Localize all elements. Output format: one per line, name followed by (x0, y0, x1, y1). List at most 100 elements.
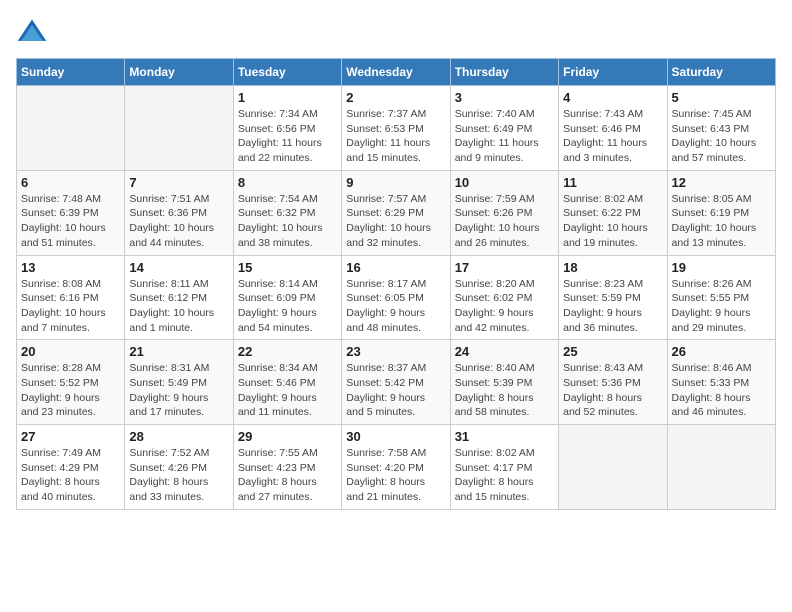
day-number: 29 (238, 429, 337, 444)
day-number: 27 (21, 429, 120, 444)
day-info: Sunrise: 8:37 AM Sunset: 5:42 PM Dayligh… (346, 361, 445, 420)
day-info: Sunrise: 8:34 AM Sunset: 5:46 PM Dayligh… (238, 361, 337, 420)
calendar-cell: 19 Sunrise: 8:26 AM Sunset: 5:55 PM Dayli… (667, 255, 775, 340)
day-info: Sunrise: 8:43 AM Sunset: 5:36 PM Dayligh… (563, 361, 662, 420)
day-info: Sunrise: 7:43 AM Sunset: 6:46 PM Dayligh… (563, 107, 662, 166)
day-info: Sunrise: 7:52 AM Sunset: 4:26 PM Dayligh… (129, 446, 228, 505)
calendar-cell: 12Sunrise: 8:05 AM Sunset: 6:19 PM Dayli… (667, 170, 775, 255)
day-info: Sunrise: 8:23 AM Sunset: 5:59 PM Dayligh… (563, 277, 662, 336)
calendar-cell: 3Sunrise: 7:40 AM Sunset: 6:49 PM Daylig… (450, 86, 558, 171)
day-info: Sunrise: 8:17 AM Sunset: 6:05 PM Dayligh… (346, 277, 445, 336)
calendar-cell: 2 Sunrise: 7:37 AM Sunset: 6:53 PM Daylig… (342, 86, 450, 171)
day-number: 31 (455, 429, 554, 444)
calendar-cell (559, 425, 667, 510)
calendar-cell: 13 Sunrise: 8:08 AM Sunset: 6:16 PM Dayli… (17, 255, 125, 340)
calendar-cell: 11 Sunrise: 8:02 AM Sunset: 6:22 PM Dayli… (559, 170, 667, 255)
day-number: 19 (672, 260, 771, 275)
day-number: 24 (455, 344, 554, 359)
weekday-header: Saturday (667, 59, 775, 86)
calendar-cell: 31 Sunrise: 8:02 AM Sunset: 4:17 PM Dayli… (450, 425, 558, 510)
weekday-header: Sunday (17, 59, 125, 86)
day-info: Sunrise: 8:20 AM Sunset: 6:02 PM Dayligh… (455, 277, 554, 336)
day-info: Sunrise: 8:40 AM Sunset: 5:39 PM Dayligh… (455, 361, 554, 420)
calendar-cell: 24 Sunrise: 8:40 AM Sunset: 5:39 PM Dayli… (450, 340, 558, 425)
calendar-cell: 29 Sunrise: 7:55 AM Sunset: 4:23 PM Dayli… (233, 425, 341, 510)
day-number: 26 (672, 344, 771, 359)
day-info: Sunrise: 7:49 AM Sunset: 4:29 PM Dayligh… (21, 446, 120, 505)
calendar-week-row: 27 Sunrise: 7:49 AM Sunset: 4:29 PM Dayli… (17, 425, 776, 510)
day-number: 7 (129, 175, 228, 190)
weekday-header: Wednesday (342, 59, 450, 86)
day-number: 8 (238, 175, 337, 190)
day-number: 2 (346, 90, 445, 105)
calendar-week-row: 1 Sunrise: 7:34 AM Sunset: 6:56 PM Daylig… (17, 86, 776, 171)
day-number: 1 (238, 90, 337, 105)
calendar-cell: 7 Sunrise: 7:51 AM Sunset: 6:36 PM Daylig… (125, 170, 233, 255)
day-number: 30 (346, 429, 445, 444)
day-number: 18 (563, 260, 662, 275)
day-number: 22 (238, 344, 337, 359)
calendar-cell: 14Sunrise: 8:11 AM Sunset: 6:12 PM Dayli… (125, 255, 233, 340)
logo-icon (16, 16, 48, 48)
calendar-cell (125, 86, 233, 171)
day-number: 17 (455, 260, 554, 275)
calendar-cell: 28 Sunrise: 7:52 AM Sunset: 4:26 PM Dayli… (125, 425, 233, 510)
day-info: Sunrise: 7:51 AM Sunset: 6:36 PM Dayligh… (129, 192, 228, 251)
calendar-table: SundayMondayTuesdayWednesdayThursdayFrid… (16, 58, 776, 510)
day-info: Sunrise: 7:34 AM Sunset: 6:56 PM Dayligh… (238, 107, 337, 166)
day-number: 16 (346, 260, 445, 275)
calendar-cell: 21 Sunrise: 8:31 AM Sunset: 5:49 PM Dayli… (125, 340, 233, 425)
calendar-cell: 23 Sunrise: 8:37 AM Sunset: 5:42 PM Dayli… (342, 340, 450, 425)
day-number: 11 (563, 175, 662, 190)
day-info: Sunrise: 7:57 AM Sunset: 6:29 PM Dayligh… (346, 192, 445, 251)
calendar-cell (667, 425, 775, 510)
day-number: 21 (129, 344, 228, 359)
weekday-header: Monday (125, 59, 233, 86)
day-number: 15 (238, 260, 337, 275)
calendar-cell: 15 Sunrise: 8:14 AM Sunset: 6:09 PM Dayli… (233, 255, 341, 340)
calendar-cell: 9 Sunrise: 7:57 AM Sunset: 6:29 PM Daylig… (342, 170, 450, 255)
day-info: Sunrise: 8:31 AM Sunset: 5:49 PM Dayligh… (129, 361, 228, 420)
calendar-cell: 16 Sunrise: 8:17 AM Sunset: 6:05 PM Dayli… (342, 255, 450, 340)
day-info: Sunrise: 7:48 AM Sunset: 6:39 PM Dayligh… (21, 192, 120, 251)
calendar-cell: 1 Sunrise: 7:34 AM Sunset: 6:56 PM Daylig… (233, 86, 341, 171)
day-number: 28 (129, 429, 228, 444)
day-info: Sunrise: 7:59 AM Sunset: 6:26 PM Dayligh… (455, 192, 554, 251)
weekday-header: Friday (559, 59, 667, 86)
day-info: Sunrise: 8:08 AM Sunset: 6:16 PM Dayligh… (21, 277, 120, 336)
day-info: Sunrise: 7:55 AM Sunset: 4:23 PM Dayligh… (238, 446, 337, 505)
day-number: 14 (129, 260, 228, 275)
calendar-cell: 27 Sunrise: 7:49 AM Sunset: 4:29 PM Dayli… (17, 425, 125, 510)
day-info: Sunrise: 7:40 AM Sunset: 6:49 PM Dayligh… (455, 107, 554, 166)
calendar-cell: 26 Sunrise: 8:46 AM Sunset: 5:33 PM Dayli… (667, 340, 775, 425)
day-info: Sunrise: 8:28 AM Sunset: 5:52 PM Dayligh… (21, 361, 120, 420)
weekday-header: Tuesday (233, 59, 341, 86)
day-info: Sunrise: 8:46 AM Sunset: 5:33 PM Dayligh… (672, 361, 771, 420)
calendar-cell: 20 Sunrise: 8:28 AM Sunset: 5:52 PM Dayli… (17, 340, 125, 425)
calendar-cell: 18 Sunrise: 8:23 AM Sunset: 5:59 PM Dayli… (559, 255, 667, 340)
day-number: 4 (563, 90, 662, 105)
calendar-cell: 25Sunrise: 8:43 AM Sunset: 5:36 PM Dayli… (559, 340, 667, 425)
calendar-week-row: 20 Sunrise: 8:28 AM Sunset: 5:52 PM Dayli… (17, 340, 776, 425)
day-number: 13 (21, 260, 120, 275)
calendar-header-row: SundayMondayTuesdayWednesdayThursdayFrid… (17, 59, 776, 86)
day-number: 10 (455, 175, 554, 190)
calendar-cell: 22 Sunrise: 8:34 AM Sunset: 5:46 PM Dayli… (233, 340, 341, 425)
day-info: Sunrise: 7:37 AM Sunset: 6:53 PM Dayligh… (346, 107, 445, 166)
calendar-cell: 17 Sunrise: 8:20 AM Sunset: 6:02 PM Dayli… (450, 255, 558, 340)
day-number: 12 (672, 175, 771, 190)
day-info: Sunrise: 8:26 AM Sunset: 5:55 PM Dayligh… (672, 277, 771, 336)
day-info: Sunrise: 7:58 AM Sunset: 4:20 PM Dayligh… (346, 446, 445, 505)
calendar-cell: 6Sunrise: 7:48 AM Sunset: 6:39 PM Daylig… (17, 170, 125, 255)
day-info: Sunrise: 7:54 AM Sunset: 6:32 PM Dayligh… (238, 192, 337, 251)
day-info: Sunrise: 8:02 AM Sunset: 6:22 PM Dayligh… (563, 192, 662, 251)
calendar-cell: 8 Sunrise: 7:54 AM Sunset: 6:32 PM Daylig… (233, 170, 341, 255)
day-info: Sunrise: 7:45 AM Sunset: 6:43 PM Dayligh… (672, 107, 771, 166)
day-number: 20 (21, 344, 120, 359)
day-number: 9 (346, 175, 445, 190)
day-info: Sunrise: 8:02 AM Sunset: 4:17 PM Dayligh… (455, 446, 554, 505)
day-number: 23 (346, 344, 445, 359)
calendar-cell: 10 Sunrise: 7:59 AM Sunset: 6:26 PM Dayli… (450, 170, 558, 255)
day-info: Sunrise: 8:14 AM Sunset: 6:09 PM Dayligh… (238, 277, 337, 336)
calendar-cell (17, 86, 125, 171)
